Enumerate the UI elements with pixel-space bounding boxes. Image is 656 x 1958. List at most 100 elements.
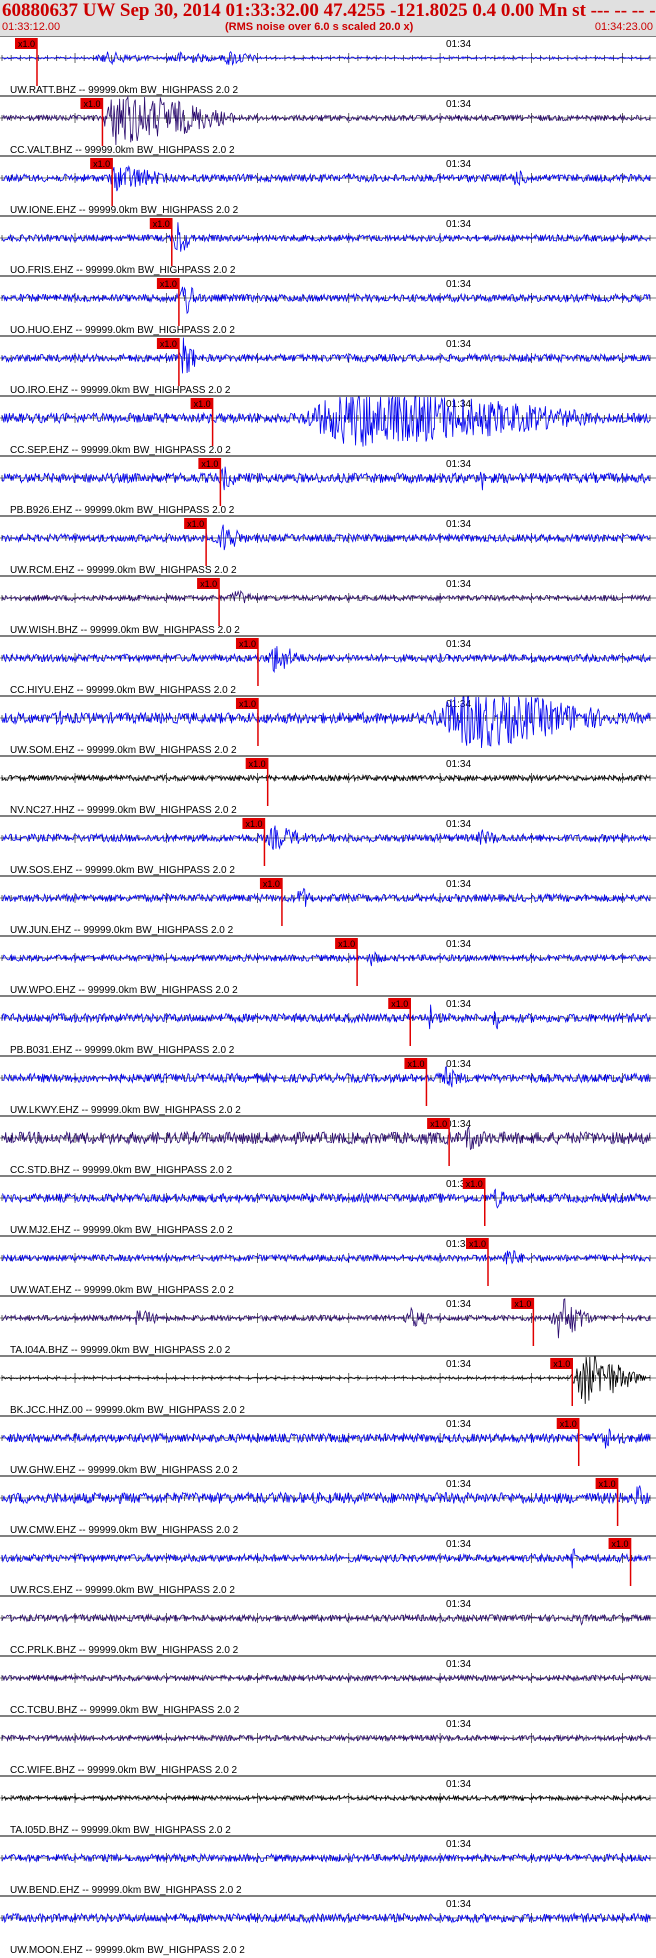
channel-label: UW.RCS.EHZ -- 99999.0km BW_HIGHPASS 2.0 … bbox=[10, 1585, 235, 1596]
waveform bbox=[1, 695, 651, 749]
trace-nv-nc27-hhz: 01:34 x1.0 NV.NC27.HHZ -- 99999.0km BW_HIG… bbox=[0, 755, 656, 816]
channel-label: CC.STD.BHZ -- 99999.0km BW_HIGHPASS 2.0 … bbox=[10, 1165, 233, 1176]
start-time-label: 01:33:12.00 bbox=[2, 21, 61, 33]
channel-label: CC.VALT.BHZ -- 99999.0km BW_HIGHPASS 2.0… bbox=[10, 145, 235, 156]
channel-label: CC.TCBU.BHZ -- 99999.0km BW_HIGHPASS 2.0… bbox=[10, 1705, 240, 1716]
channel-label: UW.IONE.EHZ -- 99999.0km BW_HIGHPASS 2.0… bbox=[10, 205, 239, 216]
trace-cc-sep-ehz: 01:34 x1.0 CC.SEP.EHZ -- 99999.0km BW_HIGH… bbox=[0, 395, 656, 456]
pick-label: x1.0 bbox=[249, 759, 266, 769]
trace-pb-b031-ehz: 01:34 x1.0 PB.B031.EHZ -- 99999.0km BW_HIG… bbox=[0, 995, 656, 1056]
pick-label: x1.0 bbox=[201, 459, 218, 469]
pick-label: x1.0 bbox=[245, 819, 262, 829]
trace-ta-i05d-bhz: 01:34 TA.I05D.BHZ -- 99999.0km BW_HIGHPAS… bbox=[0, 1775, 656, 1836]
minute-label: 01:34 bbox=[446, 399, 471, 410]
minute-label: 01:34 bbox=[446, 879, 471, 890]
minute-label: 01:34 bbox=[446, 279, 471, 290]
pick-label: x1.0 bbox=[514, 1299, 531, 1309]
trace-pb-b926-ehz: 01:34 x1.0 PB.B926.EHZ -- 99999.0km BW_HIG… bbox=[0, 455, 656, 516]
seismogram-plot: 01:34 x1.0 UW.RATT.BHZ -- 99999.0km BW_HIG… bbox=[0, 36, 656, 1956]
pick-label: x1.0 bbox=[553, 1359, 570, 1369]
waveform bbox=[1, 1613, 651, 1626]
waveform bbox=[1, 1298, 651, 1339]
pick-label: x1.0 bbox=[160, 279, 177, 289]
trace-cc-valt-bhz: 01:34 x1.0 CC.VALT.BHZ -- 99999.0km BW_HIG… bbox=[0, 95, 656, 156]
minute-label: 01:34 bbox=[446, 1539, 471, 1550]
event-title: 60880637 UW Sep 30, 2014 01:33:32.00 47.… bbox=[2, 0, 656, 21]
pick-label: x1.0 bbox=[612, 1539, 629, 1549]
minute-label: 01:34 bbox=[446, 1599, 471, 1610]
plot-header: 60880637 UW Sep 30, 2014 01:33:32.00 47.… bbox=[0, 0, 656, 36]
trace-uw-ratt-bhz: 01:34 x1.0 UW.RATT.BHZ -- 99999.0km BW_HIG… bbox=[0, 36, 656, 96]
minute-label: 01:34 bbox=[446, 1059, 471, 1070]
trace-bk-jcc-hhz-00: 01:34 x1.0 BK.JCC.HHZ.00 -- 99999.0km BW_H… bbox=[0, 1355, 656, 1416]
minute-label: 01:34 bbox=[446, 159, 471, 170]
channel-label: CC.SEP.EHZ -- 99999.0km BW_HIGHPASS 2.0 … bbox=[10, 445, 231, 456]
trace-cc-std-bhz: 01:34x1.0CC.STD.BHZ -- 99999.0km BW_HIGH… bbox=[0, 1115, 656, 1176]
pick-label: x1.0 bbox=[194, 399, 211, 409]
pick-label: x1.0 bbox=[18, 39, 35, 49]
minute-label: 01:34 bbox=[446, 1779, 471, 1790]
minute-label: 01:34 bbox=[446, 459, 471, 470]
waveform bbox=[1, 825, 651, 850]
channel-label: UW.RATT.BHZ -- 99999.0km BW_HIGHPASS 2.0… bbox=[10, 85, 238, 96]
trace-uw-jun-ehz: 01:34 x1.0 UW.JUN.EHZ -- 99999.0km BW_HIGH… bbox=[0, 875, 656, 936]
waveform bbox=[1, 337, 651, 374]
channel-label: UW.WPO.EHZ -- 99999.0km BW_HIGHPASS 2.0 … bbox=[10, 985, 238, 996]
trace-uw-wat-ehz: 01:34x1.0UW.WAT.EHZ -- 99999.0km BW_HIGH… bbox=[0, 1235, 656, 1296]
channel-label: UW.RCM.EHZ -- 99999.0km BW_HIGHPASS 2.0 … bbox=[10, 565, 237, 576]
channel-label: UW.MOON.EHZ -- 99999.0km BW_HIGHPASS 2.0… bbox=[10, 1945, 245, 1956]
minute-label: 01:34 bbox=[446, 219, 471, 230]
waveform bbox=[1, 1004, 651, 1030]
end-time-label: 01:34:23.00 bbox=[594, 21, 653, 33]
minute-label: 01:34 bbox=[446, 1359, 471, 1370]
channel-label: UW.WISH.BHZ -- 99999.0km BW_HIGHPASS 2.0… bbox=[10, 625, 240, 636]
channel-label: CC.PRLK.BHZ -- 99999.0km BW_HIGHPASS 2.0… bbox=[10, 1645, 239, 1656]
waveform bbox=[1, 1428, 651, 1449]
channel-label: UO.IRO.EHZ -- 99999.0km BW_HIGHPASS 2.0 … bbox=[10, 385, 231, 396]
minute-label: 01:34 bbox=[446, 639, 471, 650]
waveform bbox=[1, 887, 651, 907]
trace-uw-ghw-ehz: 01:34 x1.0 UW.GHW.EHZ -- 99999.0km BW_HIGH… bbox=[0, 1415, 656, 1476]
minute-label: 01:34 bbox=[446, 99, 471, 110]
waveform bbox=[1, 1484, 651, 1505]
trace-uw-lkwy-ehz: 01:34 x1.0 UW.LKWY.EHZ -- 99999.0km BW_HIG… bbox=[0, 1055, 656, 1116]
channel-label: CC.HIYU.EHZ -- 99999.0km BW_HIGHPASS 2.0… bbox=[10, 685, 236, 696]
trace-uw-moon-ehz: 01:34 UW.MOON.EHZ -- 99999.0km BW_HIGHPAS… bbox=[0, 1895, 656, 1956]
minute-label: 01:34 bbox=[446, 819, 471, 830]
pick-label: x1.0 bbox=[466, 1179, 483, 1189]
channel-label: TA.I05D.BHZ -- 99999.0km BW_HIGHPASS 2.0… bbox=[10, 1825, 231, 1836]
channel-label: UW.WAT.EHZ -- 99999.0km BW_HIGHPASS 2.0 … bbox=[10, 1285, 234, 1296]
waveform bbox=[1, 165, 651, 192]
minute-label: 01:34 bbox=[446, 1719, 471, 1730]
minute-label: 01:34 bbox=[446, 1839, 471, 1850]
trace-cc-wife-bhz: 01:34 CC.WIFE.BHZ -- 99999.0km BW_HIGHPAS… bbox=[0, 1715, 656, 1776]
pick-label: x1.0 bbox=[430, 1119, 447, 1129]
channel-label: TA.I04A.BHZ -- 99999.0km BW_HIGHPASS 2.0… bbox=[10, 1345, 231, 1356]
waveform bbox=[1, 1065, 651, 1088]
channel-label: UW.SOM.EHZ -- 99999.0km BW_HIGHPASS 2.0 … bbox=[10, 745, 237, 756]
trace-uo-iro-ehz: 01:34 x1.0 UO.IRO.EHZ -- 99999.0km BW_HIGH… bbox=[0, 335, 656, 396]
channel-label: PB.B926.EHZ -- 99999.0km BW_HIGHPASS 2.0… bbox=[10, 505, 235, 516]
channel-label: UO.FRIS.EHZ -- 99999.0km BW_HIGHPASS 2.0… bbox=[10, 265, 236, 276]
trace-uw-rcs-ehz: 01:34 x1.0 UW.RCS.EHZ -- 99999.0km BW_HIGH… bbox=[0, 1535, 656, 1596]
minute-label: 01:34 bbox=[446, 1419, 471, 1430]
pick-label: x1.0 bbox=[391, 999, 408, 1009]
channel-label: UO.HUO.EHZ -- 99999.0km BW_HIGHPASS 2.0 … bbox=[10, 325, 235, 336]
minute-label: 01:34 bbox=[446, 939, 471, 950]
waveform bbox=[1, 1188, 651, 1209]
waveform bbox=[1, 524, 651, 551]
waveform bbox=[1, 1250, 651, 1265]
trace-uw-mj2-ehz: 01:34x1.0UW.MJ2.EHZ -- 99999.0km BW_HIGH… bbox=[0, 1175, 656, 1236]
trace-uw-rcm-ehz: 01:34 x1.0 UW.RCM.EHZ -- 99999.0km BW_HIGH… bbox=[0, 515, 656, 576]
pick-label: x1.0 bbox=[239, 699, 256, 709]
trace-uw-som-ehz: 01:34x1.0UW.SOM.EHZ -- 99999.0km BW_HIGH… bbox=[0, 695, 656, 756]
channel-label: CC.WIFE.BHZ -- 99999.0km BW_HIGHPASS 2.0… bbox=[10, 1765, 238, 1776]
waveform bbox=[1, 395, 651, 447]
waveform bbox=[1, 286, 651, 315]
channel-label: NV.NC27.HHZ -- 99999.0km BW_HIGHPASS 2.0… bbox=[10, 805, 237, 816]
pick-label: x1.0 bbox=[153, 219, 170, 229]
pick-label: x1.0 bbox=[93, 159, 110, 169]
trace-uw-cmw-ehz: 01:34 x1.0 UW.CMW.EHZ -- 99999.0km BW_HIGH… bbox=[0, 1475, 656, 1536]
pick-label: x1.0 bbox=[560, 1419, 577, 1429]
minute-label: 01:34 bbox=[446, 1299, 471, 1310]
